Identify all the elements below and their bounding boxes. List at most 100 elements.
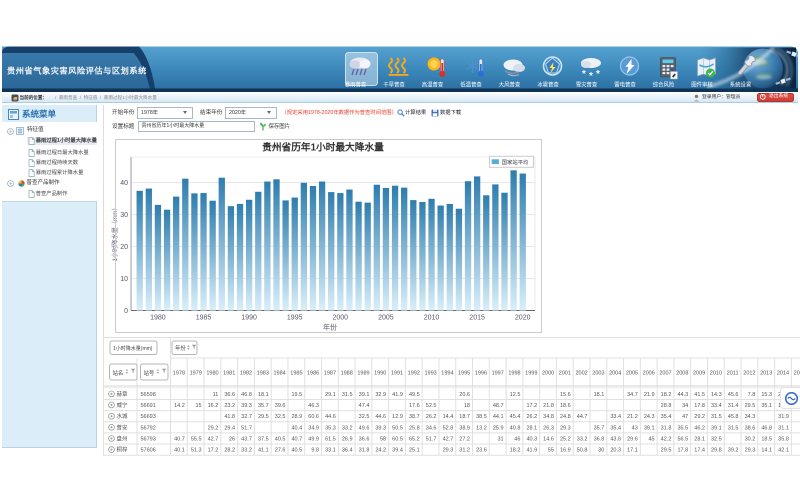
svg-text:25.9: 25.9 [493, 425, 504, 431]
svg-text:站号: 站号 [144, 369, 155, 377]
svg-text:40.5: 40.5 [275, 437, 286, 443]
svg-text:28.1: 28.1 [694, 437, 705, 443]
svg-text:31.2: 31.2 [459, 448, 470, 454]
svg-text:28.9: 28.9 [291, 414, 302, 420]
svg-text:19.5: 19.5 [291, 392, 302, 398]
svg-text:2014: 2014 [777, 371, 789, 377]
svg-text:1986: 1986 [307, 371, 319, 377]
svg-text:29.5: 29.5 [661, 448, 672, 454]
svg-text:60.6: 60.6 [308, 414, 319, 420]
svg-text:47.4: 47.4 [359, 403, 370, 409]
svg-text:1979: 1979 [190, 371, 202, 377]
svg-text:41.8: 41.8 [224, 414, 235, 420]
svg-text:49.5: 49.5 [409, 392, 420, 398]
svg-text:45.8: 45.8 [728, 414, 739, 420]
svg-text:年份: 年份 [175, 344, 186, 352]
svg-text:31.4: 31.4 [728, 403, 739, 409]
svg-text:29.2: 29.2 [694, 414, 705, 420]
svg-text:51.7: 51.7 [241, 425, 252, 431]
svg-text:18.1: 18.1 [258, 392, 269, 398]
svg-text:2010: 2010 [710, 371, 722, 377]
svg-text:31: 31 [497, 437, 503, 443]
svg-text:威宁: 威宁 [117, 401, 129, 409]
svg-text:32.5: 32.5 [275, 414, 286, 420]
svg-text:52.8: 52.8 [443, 425, 454, 431]
svg-text:12.5: 12.5 [510, 392, 521, 398]
svg-text:35.5: 35.5 [677, 425, 688, 431]
svg-text:14.4: 14.4 [443, 414, 454, 420]
svg-text:29.1: 29.1 [325, 392, 336, 398]
svg-text:33.4: 33.4 [711, 403, 722, 409]
svg-text:水城: 水城 [117, 412, 129, 420]
svg-text:46.2: 46.2 [694, 425, 705, 431]
svg-text:1984: 1984 [273, 371, 285, 377]
svg-text:56792: 56792 [141, 425, 156, 431]
svg-text:35.7: 35.7 [594, 425, 605, 431]
svg-text:7.8: 7.8 [748, 392, 756, 398]
svg-text:综合风险: 综合风险 [653, 81, 675, 89]
svg-text:雷电普查: 雷电普查 [614, 81, 636, 89]
svg-text:1991: 1991 [391, 371, 403, 377]
svg-text:1992: 1992 [408, 371, 420, 377]
svg-text:14.6: 14.6 [543, 437, 554, 443]
svg-text:1981: 1981 [223, 371, 235, 377]
svg-text:50.5: 50.5 [392, 425, 403, 431]
svg-text:55: 55 [548, 448, 554, 454]
svg-text:40.7: 40.7 [291, 437, 302, 443]
svg-text:*: * [589, 71, 593, 82]
svg-text:56693: 56693 [141, 414, 156, 420]
svg-text:29.5: 29.5 [745, 403, 756, 409]
svg-text:21.9: 21.9 [644, 392, 655, 398]
svg-text:40.5: 40.5 [291, 448, 302, 454]
svg-text:1996: 1996 [475, 371, 487, 377]
svg-text:2000: 2000 [542, 371, 554, 377]
svg-text:33.2: 33.2 [342, 425, 353, 431]
svg-text:21.2: 21.2 [627, 414, 638, 420]
svg-text:1980: 1980 [206, 371, 218, 377]
svg-text:2002: 2002 [575, 371, 587, 377]
svg-text:35.4: 35.4 [610, 425, 621, 431]
svg-text:9.8: 9.8 [311, 448, 319, 454]
svg-text:38.5: 38.5 [476, 414, 487, 420]
svg-text:36.8: 36.8 [594, 437, 605, 443]
svg-text:11: 11 [213, 392, 219, 398]
svg-text:2011: 2011 [727, 371, 739, 377]
svg-text:41.1: 41.1 [258, 448, 269, 454]
svg-text:1小时降水量(mm): 1小时降水量(mm) [113, 345, 153, 352]
svg-text:44.3: 44.3 [677, 392, 688, 398]
svg-text:31.5: 31.5 [342, 392, 353, 398]
svg-text:1990: 1990 [374, 371, 386, 377]
svg-text:56793: 56793 [141, 437, 156, 443]
svg-text:60.5: 60.5 [392, 437, 403, 443]
svg-text:图件审核: 图件审核 [691, 81, 713, 89]
svg-text:33.2: 33.2 [577, 437, 588, 443]
svg-text:17.2: 17.2 [208, 448, 219, 454]
svg-text:冰雹普查: 冰雹普查 [537, 81, 559, 89]
svg-text:1987: 1987 [324, 371, 336, 377]
svg-text:35.8: 35.8 [778, 437, 789, 443]
svg-text:65.2: 65.2 [409, 437, 420, 443]
svg-text:31.5: 31.5 [711, 414, 722, 420]
svg-text:43: 43 [632, 425, 638, 431]
svg-text:57606: 57606 [141, 448, 156, 454]
svg-text:46.8: 46.8 [241, 392, 252, 398]
svg-text:29.3: 29.3 [745, 448, 756, 454]
svg-text:2008: 2008 [676, 371, 688, 377]
svg-text:46.3: 46.3 [308, 403, 319, 409]
svg-text:31.1: 31.1 [778, 425, 789, 431]
svg-text:18.1: 18.1 [594, 392, 605, 398]
svg-text:2006: 2006 [643, 371, 655, 377]
svg-text:14.2: 14.2 [174, 403, 185, 409]
svg-text:39.3: 39.3 [241, 403, 252, 409]
svg-text:18: 18 [464, 403, 470, 409]
svg-text:36.6: 36.6 [359, 437, 370, 443]
svg-text:39.4: 39.4 [392, 448, 403, 454]
svg-text:普安: 普安 [117, 423, 129, 431]
svg-text:2015: 2015 [794, 371, 800, 377]
svg-text:*: * [596, 69, 600, 80]
svg-text:1985: 1985 [290, 371, 302, 377]
svg-text:51.3: 51.3 [191, 448, 202, 454]
svg-text:36.4: 36.4 [342, 448, 353, 454]
svg-text:44.6: 44.6 [375, 414, 386, 420]
svg-text:32.7: 32.7 [241, 414, 252, 420]
